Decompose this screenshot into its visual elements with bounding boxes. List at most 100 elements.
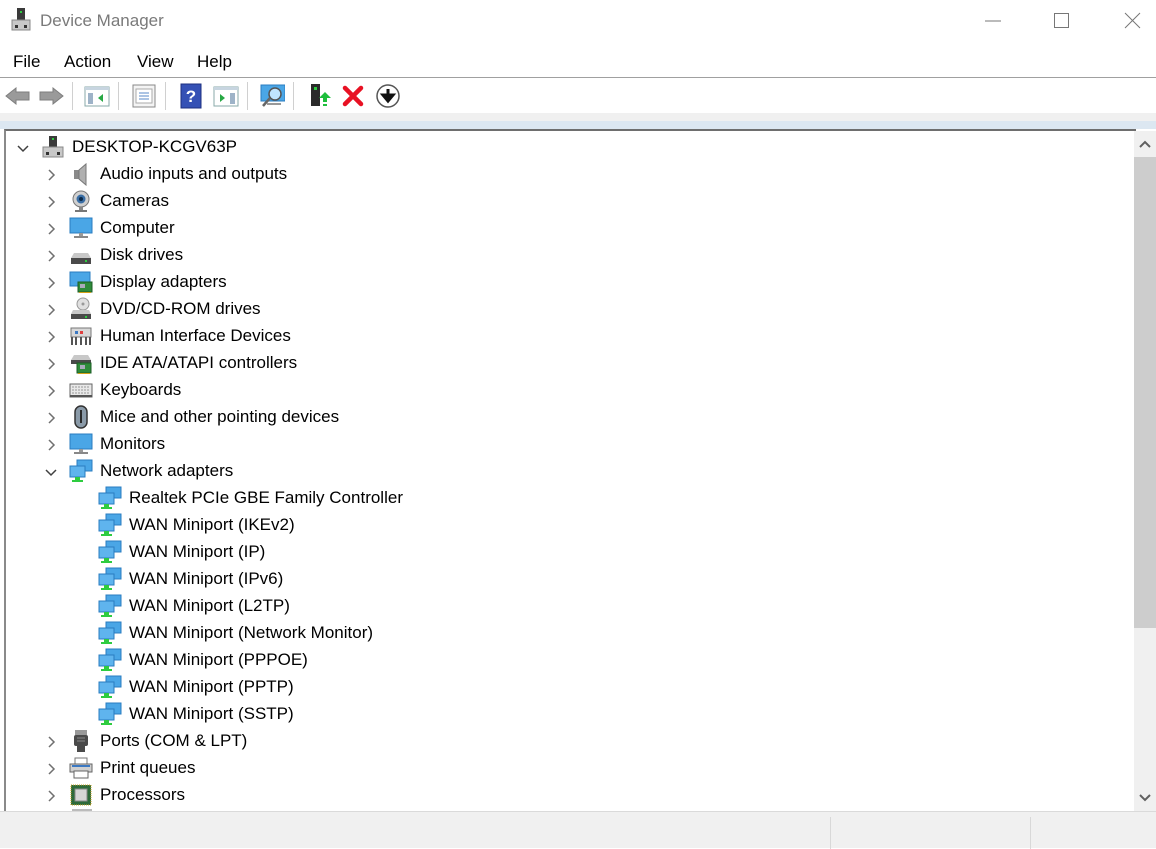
tree-item-label: DESKTOP-KCGV63P xyxy=(72,137,238,156)
tree-item-label: WAN Miniport (PPPOE) xyxy=(129,650,308,669)
menu-action[interactable]: Action xyxy=(64,52,111,72)
tree-device[interactable]: WAN Miniport (IKEv2) xyxy=(6,512,1126,539)
minimize-button[interactable] xyxy=(968,0,1014,44)
network-adapter-icon xyxy=(98,540,122,564)
properties-button[interactable] xyxy=(131,83,157,109)
tree-category[interactable]: Monitors xyxy=(6,431,1126,458)
tree-item-label: WAN Miniport (L2TP) xyxy=(129,596,290,615)
scrollbar-thumb[interactable] xyxy=(1134,157,1156,628)
printer-icon xyxy=(69,756,93,780)
close-icon xyxy=(1124,12,1141,29)
scroll-down-button[interactable] xyxy=(1134,785,1156,811)
device-tree[interactable]: DESKTOP-KCGV63P Audio inputs and outputs C… xyxy=(4,129,1136,813)
expand-chevron-icon[interactable] xyxy=(44,329,58,343)
expand-chevron-icon[interactable] xyxy=(44,410,58,424)
tree-device[interactable]: WAN Miniport (L2TP) xyxy=(6,593,1126,620)
tree-item-label: Mice and other pointing devices xyxy=(100,407,340,426)
tree-category[interactable]: Mice and other pointing devices xyxy=(6,404,1126,431)
disk-drive-icon xyxy=(69,243,93,267)
back-arrow-icon xyxy=(5,86,30,106)
dvd-drive-icon xyxy=(69,297,93,321)
expand-chevron-icon[interactable] xyxy=(44,437,58,451)
collapse-chevron-icon[interactable] xyxy=(44,464,58,478)
tree-item-label: DVD/CD-ROM drives xyxy=(100,299,261,318)
scan-monitor-icon xyxy=(260,84,285,107)
menu-help[interactable]: Help xyxy=(197,52,232,72)
collapse-chevron-icon[interactable] xyxy=(16,140,30,154)
tree-item-label: WAN Miniport (SSTP) xyxy=(129,704,294,723)
tree-item-label: WAN Miniport (IKEv2) xyxy=(129,515,295,534)
tree-item-label: Human Interface Devices xyxy=(100,326,291,345)
vertical-scrollbar[interactable] xyxy=(1134,131,1156,811)
console-tree-button[interactable] xyxy=(84,83,110,109)
tree-category[interactable]: Ports (COM & LPT) xyxy=(6,728,1126,755)
tree-item-label: WAN Miniport (IPv6) xyxy=(129,569,284,588)
toolbar: ? xyxy=(0,78,1156,114)
tree-device[interactable]: WAN Miniport (IPv6) xyxy=(6,566,1126,593)
close-button[interactable] xyxy=(1108,0,1154,44)
status-bar xyxy=(0,811,1156,849)
tree-category[interactable]: Keyboards xyxy=(6,377,1126,404)
tree-category[interactable]: Disk drives xyxy=(6,242,1126,269)
computer-tower-icon xyxy=(41,135,65,159)
tree-category[interactable]: Print queues xyxy=(6,755,1126,782)
tree-category[interactable]: Processors xyxy=(6,782,1126,809)
tree-category[interactable]: Computer xyxy=(6,215,1126,242)
tree-device[interactable]: WAN Miniport (IP) xyxy=(6,539,1126,566)
tree-category[interactable]: Display adapters xyxy=(6,269,1126,296)
expand-chevron-icon[interactable] xyxy=(44,275,58,289)
network-adapter-icon xyxy=(98,621,122,645)
chevron-down-icon xyxy=(1139,794,1151,802)
expand-chevron-icon[interactable] xyxy=(44,248,58,262)
tree-category[interactable]: Audio inputs and outputs xyxy=(6,161,1126,188)
menu-view[interactable]: View xyxy=(137,52,174,72)
help-button[interactable]: ? xyxy=(178,83,204,109)
tree-item-label: Display adapters xyxy=(100,272,227,291)
uninstall-device-button[interactable] xyxy=(340,83,366,109)
tree-category[interactable]: Network adapters xyxy=(6,458,1126,485)
scroll-up-button[interactable] xyxy=(1134,131,1156,157)
expand-chevron-icon[interactable] xyxy=(44,167,58,181)
expand-chevron-icon[interactable] xyxy=(44,788,58,802)
maximize-icon xyxy=(1054,13,1069,28)
expand-chevron-icon[interactable] xyxy=(44,356,58,370)
tree-category[interactable]: Cameras xyxy=(6,188,1126,215)
network-adapter-icon xyxy=(98,567,122,591)
expand-chevron-icon[interactable] xyxy=(44,734,58,748)
menu-bar: File Action View Help xyxy=(0,48,1156,76)
action-pane-button[interactable] xyxy=(213,83,239,109)
tree-device[interactable]: Realtek PCIe GBE Family Controller xyxy=(6,485,1126,512)
maximize-button[interactable] xyxy=(1038,0,1084,44)
tree-item-label: WAN Miniport (IP) xyxy=(129,542,266,561)
expand-chevron-icon[interactable] xyxy=(44,194,58,208)
disable-device-button[interactable] xyxy=(375,83,401,109)
status-pane-divider xyxy=(1030,817,1031,849)
tree-device[interactable]: WAN Miniport (PPPOE) xyxy=(6,647,1126,674)
expand-chevron-icon[interactable] xyxy=(44,221,58,235)
port-icon xyxy=(69,729,93,753)
webcam-icon xyxy=(69,189,93,213)
expand-chevron-icon[interactable] xyxy=(44,761,58,775)
forward-button[interactable] xyxy=(38,83,64,109)
scan-hardware-button[interactable] xyxy=(259,83,285,109)
tree-device[interactable]: WAN Miniport (Network Monitor) xyxy=(6,620,1126,647)
back-button[interactable] xyxy=(5,83,31,109)
toolbar-separator xyxy=(247,82,248,110)
menu-file[interactable]: File xyxy=(13,52,40,72)
down-arrow-circle-icon xyxy=(376,84,400,108)
expand-chevron-icon[interactable] xyxy=(44,383,58,397)
tree-item-label: Computer xyxy=(100,218,175,237)
tree-item-label: Realtek PCIe GBE Family Controller xyxy=(129,488,403,507)
expand-chevron-icon[interactable] xyxy=(44,302,58,316)
tree-category[interactable]: IDE ATA/ATAPI controllers xyxy=(6,350,1126,377)
toolbar-separator xyxy=(72,82,73,110)
tree-item-label: Processors xyxy=(100,785,186,804)
tree-device[interactable]: WAN Miniport (PPTP) xyxy=(6,674,1126,701)
help-icon: ? xyxy=(180,83,202,109)
tree-device[interactable]: WAN Miniport (SSTP) xyxy=(6,701,1126,728)
tree-category[interactable]: Human Interface Devices xyxy=(6,323,1126,350)
hid-icon xyxy=(69,324,93,348)
tree-category[interactable]: DVD/CD-ROM drives xyxy=(6,296,1126,323)
update-driver-button[interactable] xyxy=(306,83,332,109)
tree-root[interactable]: DESKTOP-KCGV63P xyxy=(6,134,1126,161)
